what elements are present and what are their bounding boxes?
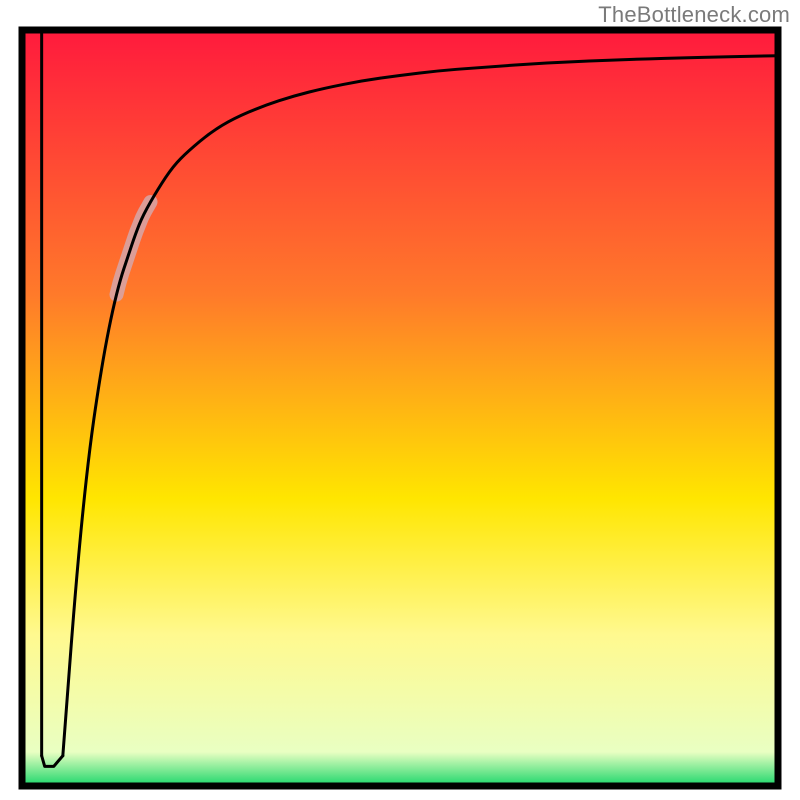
watermark-text: TheBottleneck.com bbox=[598, 2, 790, 28]
chart-canvas bbox=[0, 0, 800, 800]
plot-background bbox=[22, 30, 778, 786]
bottleneck-chart: TheBottleneck.com bbox=[0, 0, 800, 800]
